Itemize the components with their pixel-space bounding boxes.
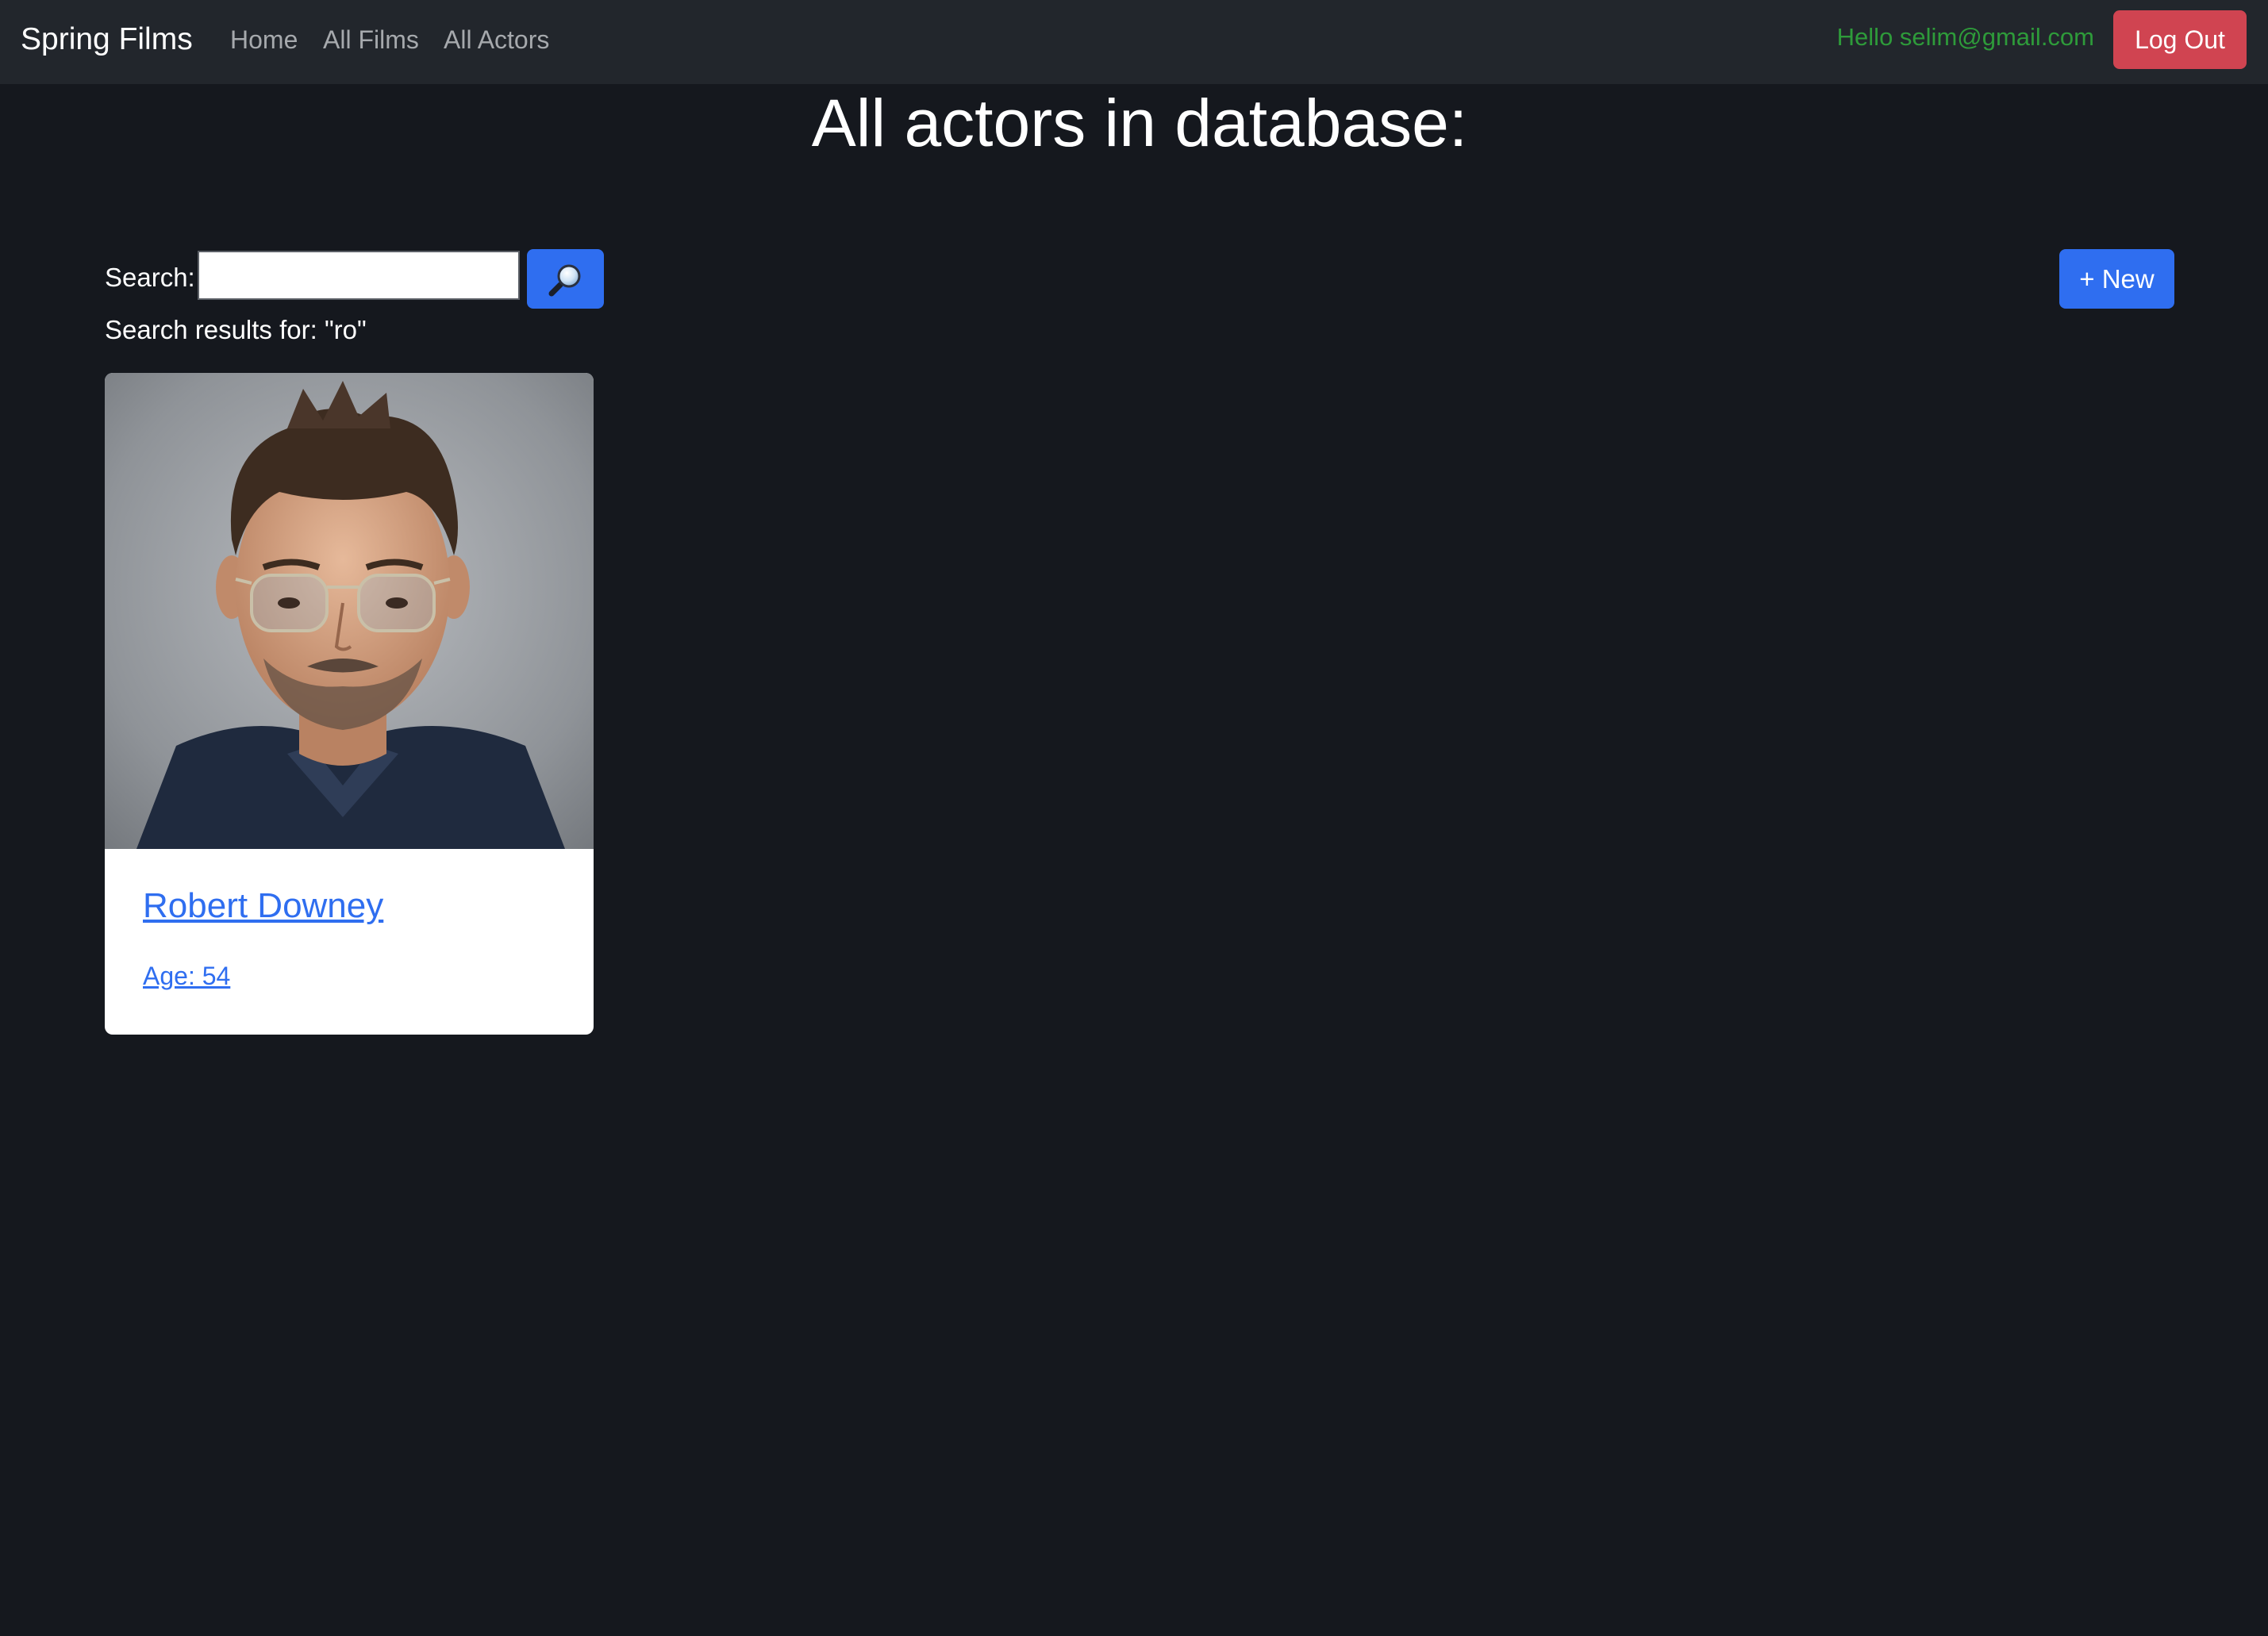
nav-home-link[interactable]: Home — [230, 22, 298, 57]
search-results-text: Search results for: "ro" — [105, 315, 367, 344]
page-title: All actors in database: — [811, 86, 1468, 160]
brand-link[interactable]: Spring Films — [21, 19, 193, 60]
nav-all-actors-link[interactable]: All Actors — [444, 22, 549, 57]
actor-age-link[interactable]: Age: 54 — [143, 958, 230, 993]
search-button[interactable] — [527, 249, 604, 309]
search-input[interactable] — [198, 251, 520, 300]
top-navbar: Spring Films Home All Films All Actors H… — [0, 0, 2268, 84]
user-greeting: Hello selim@gmail.com — [1836, 23, 2094, 51]
logout-button[interactable]: Log Out — [2113, 10, 2247, 69]
actor-portrait-image[interactable] — [105, 373, 594, 849]
new-actor-button[interactable]: + New — [2059, 249, 2174, 309]
magnifier-icon — [548, 264, 581, 297]
nav-all-films-link[interactable]: All Films — [323, 22, 419, 57]
actor-card: Robert Downey Age: 54 — [105, 373, 594, 1035]
actor-name-link[interactable]: Robert Downey — [143, 885, 383, 927]
search-label: Search: — [105, 263, 195, 292]
